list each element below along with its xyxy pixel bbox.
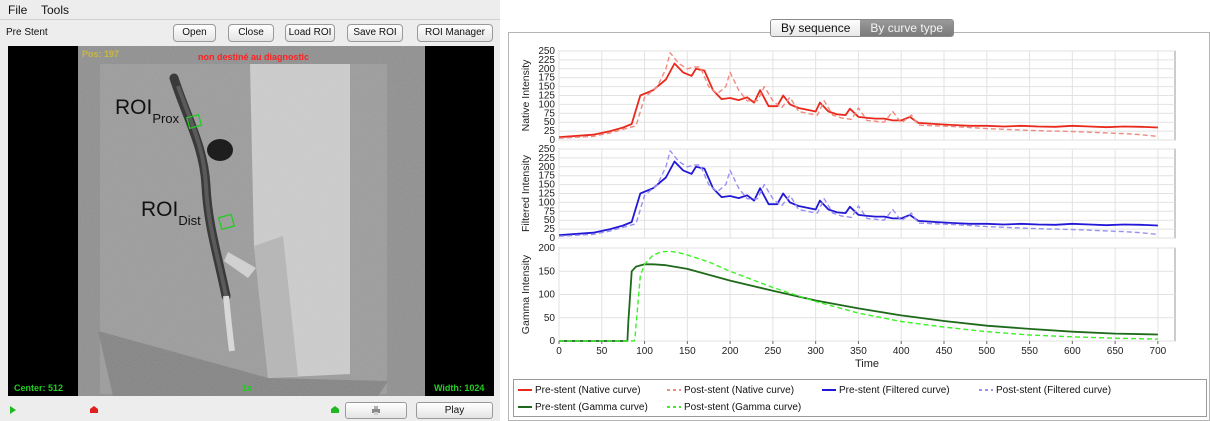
menu-tools[interactable]: Tools — [41, 3, 69, 17]
roi-prox-main: ROI — [115, 96, 153, 119]
window-center-readout: Center: 512 — [14, 383, 64, 393]
legend-native-post[interactable]: Post-stent (Native curve) — [667, 382, 794, 398]
menu-file[interactable]: File — [8, 3, 27, 17]
y-tick-label-1-250: 250 — [538, 144, 555, 155]
legend-filtered-pre[interactable]: Pre-stent (Filtered curve) — [822, 382, 950, 398]
y-axis-label-0: Native Intensity — [520, 59, 532, 132]
legend-swatch-native-pre — [518, 389, 532, 391]
chart-container: 0 25 50 75 100 125 150 175 200 225 250 Native Inten… — [508, 32, 1210, 421]
y-tick-label-2-50: 50 — [544, 313, 556, 324]
legend-label-native-post: Post-stent (Native curve) — [684, 384, 795, 396]
window-width-readout: Width: 1024 — [434, 383, 485, 393]
end-marker-icon[interactable] — [330, 405, 340, 414]
legend-gamma-pre[interactable]: Pre-stent (Gamma curve) — [518, 399, 648, 415]
legend-swatch-gamma-pre — [518, 406, 532, 408]
legend-label-filtered-pre: Pre-stent (Filtered curve) — [839, 384, 950, 396]
tab-by-curve-type[interactable]: By curve type — [860, 20, 954, 36]
menu-bar: File Tools — [0, 0, 500, 20]
x-tick-label-150: 150 — [679, 346, 696, 357]
save-roi-button[interactable]: Save ROI — [347, 24, 403, 42]
printer-icon — [372, 406, 380, 415]
zoom-readout: 1x — [242, 383, 253, 393]
roi-manager-button[interactable]: ROI Manager — [417, 24, 493, 42]
x-tick-label-350: 350 — [850, 346, 867, 357]
view-mode-toggle: By sequence By curve type — [770, 19, 955, 37]
roi-prox-sub: Prox — [152, 111, 180, 126]
position-readout: Pos: 197 — [82, 49, 120, 59]
tab-by-sequence[interactable]: By sequence — [771, 20, 861, 36]
start-marker-icon[interactable] — [89, 405, 99, 414]
y-axis-label-2: Gamma Intensity — [520, 254, 532, 334]
legend-label-native-pre: Pre-stent (Native curve) — [535, 384, 641, 396]
legend-swatch-gamma-post — [667, 406, 681, 408]
legend-swatch-filtered-post — [979, 389, 993, 391]
legend-gamma-post[interactable]: Post-stent (Gamma curve) — [667, 399, 801, 415]
y-tick-label-2-100: 100 — [538, 290, 555, 301]
x-tick-label-500: 500 — [978, 346, 995, 357]
x-tick-label-200: 200 — [722, 346, 739, 357]
x-tick-label-650: 650 — [1107, 346, 1124, 357]
x-tick-label-0: 0 — [556, 346, 562, 357]
roi-prox-label: ROIProx — [115, 96, 179, 126]
x-tick-label-100: 100 — [636, 346, 653, 357]
legend-filtered-post[interactable]: Post-stent (Filtered curve) — [979, 382, 1111, 398]
x-tick-label-550: 550 — [1021, 346, 1038, 357]
intensity-charts[interactable]: 0255075100125150175200225250Native Inten… — [509, 33, 1209, 377]
roi-dist-main: ROI — [141, 198, 179, 221]
legend-label-gamma-post: Post-stent (Gamma curve) — [684, 401, 802, 413]
play-button[interactable]: Play — [416, 402, 493, 419]
play-marker-icon[interactable] — [10, 406, 16, 414]
x-tick-label-600: 600 — [1064, 346, 1081, 357]
y-tick-label-0-250: 250 — [538, 46, 555, 57]
legend-label-gamma-pre: Pre-stent (Gamma curve) — [535, 401, 648, 413]
y-tick-label-2-0: 0 — [549, 336, 555, 347]
legend-row-1: Pre-stent (Native curve) Post-stent (Nat… — [514, 382, 1204, 398]
x-tick-label-250: 250 — [765, 346, 782, 357]
diagnostic-warning: non destiné au diagnostic — [198, 52, 310, 62]
y-tick-label-2-150: 150 — [538, 266, 555, 277]
y-axis-label-1: Filtered Intensity — [520, 154, 532, 232]
snapshot-button[interactable] — [345, 402, 407, 419]
image-viewer-panel: File Tools Pre Stent Open Close Load ROI… — [0, 0, 500, 421]
legend-swatch-native-post — [667, 389, 681, 391]
x-tick-label-300: 300 — [807, 346, 824, 357]
roi-dist-sub: Dist — [178, 213, 201, 228]
curve-panel: 0 25 50 75 100 125 150 175 200 225 250 Native Inten… — [508, 0, 1210, 421]
legend-native-pre[interactable]: Pre-stent (Native curve) — [518, 382, 641, 398]
x-tick-label-450: 450 — [936, 346, 953, 357]
toolbar: Pre Stent Open Close Load ROI Save ROI R… — [0, 21, 500, 45]
legend-row-2: Pre-stent (Gamma curve) Post-stent (Gamm… — [514, 399, 1204, 415]
sequence-title: Pre Stent — [6, 27, 48, 38]
x-axis-label: Time — [855, 358, 879, 370]
x-tick-label-400: 400 — [893, 346, 910, 357]
close-button[interactable]: Close — [228, 24, 274, 42]
open-button[interactable]: Open — [173, 24, 216, 42]
legend-swatch-filtered-pre — [822, 389, 836, 391]
roi-dist-label: ROIDist — [141, 198, 201, 228]
legend-label-filtered-post: Post-stent (Filtered curve) — [996, 384, 1112, 396]
x-tick-label-700: 700 — [1150, 346, 1167, 357]
playback-bar: Play — [0, 398, 500, 421]
angiography-image-view[interactable]: ROIProx ROIDist Pos: 197 non destiné au … — [8, 46, 494, 396]
load-roi-button[interactable]: Load ROI — [285, 24, 335, 42]
x-tick-label-50: 50 — [596, 346, 608, 357]
chart-legend: Pre-stent (Native curve) Post-stent (Nat… — [513, 379, 1207, 417]
y-tick-label-2-200: 200 — [538, 243, 555, 254]
